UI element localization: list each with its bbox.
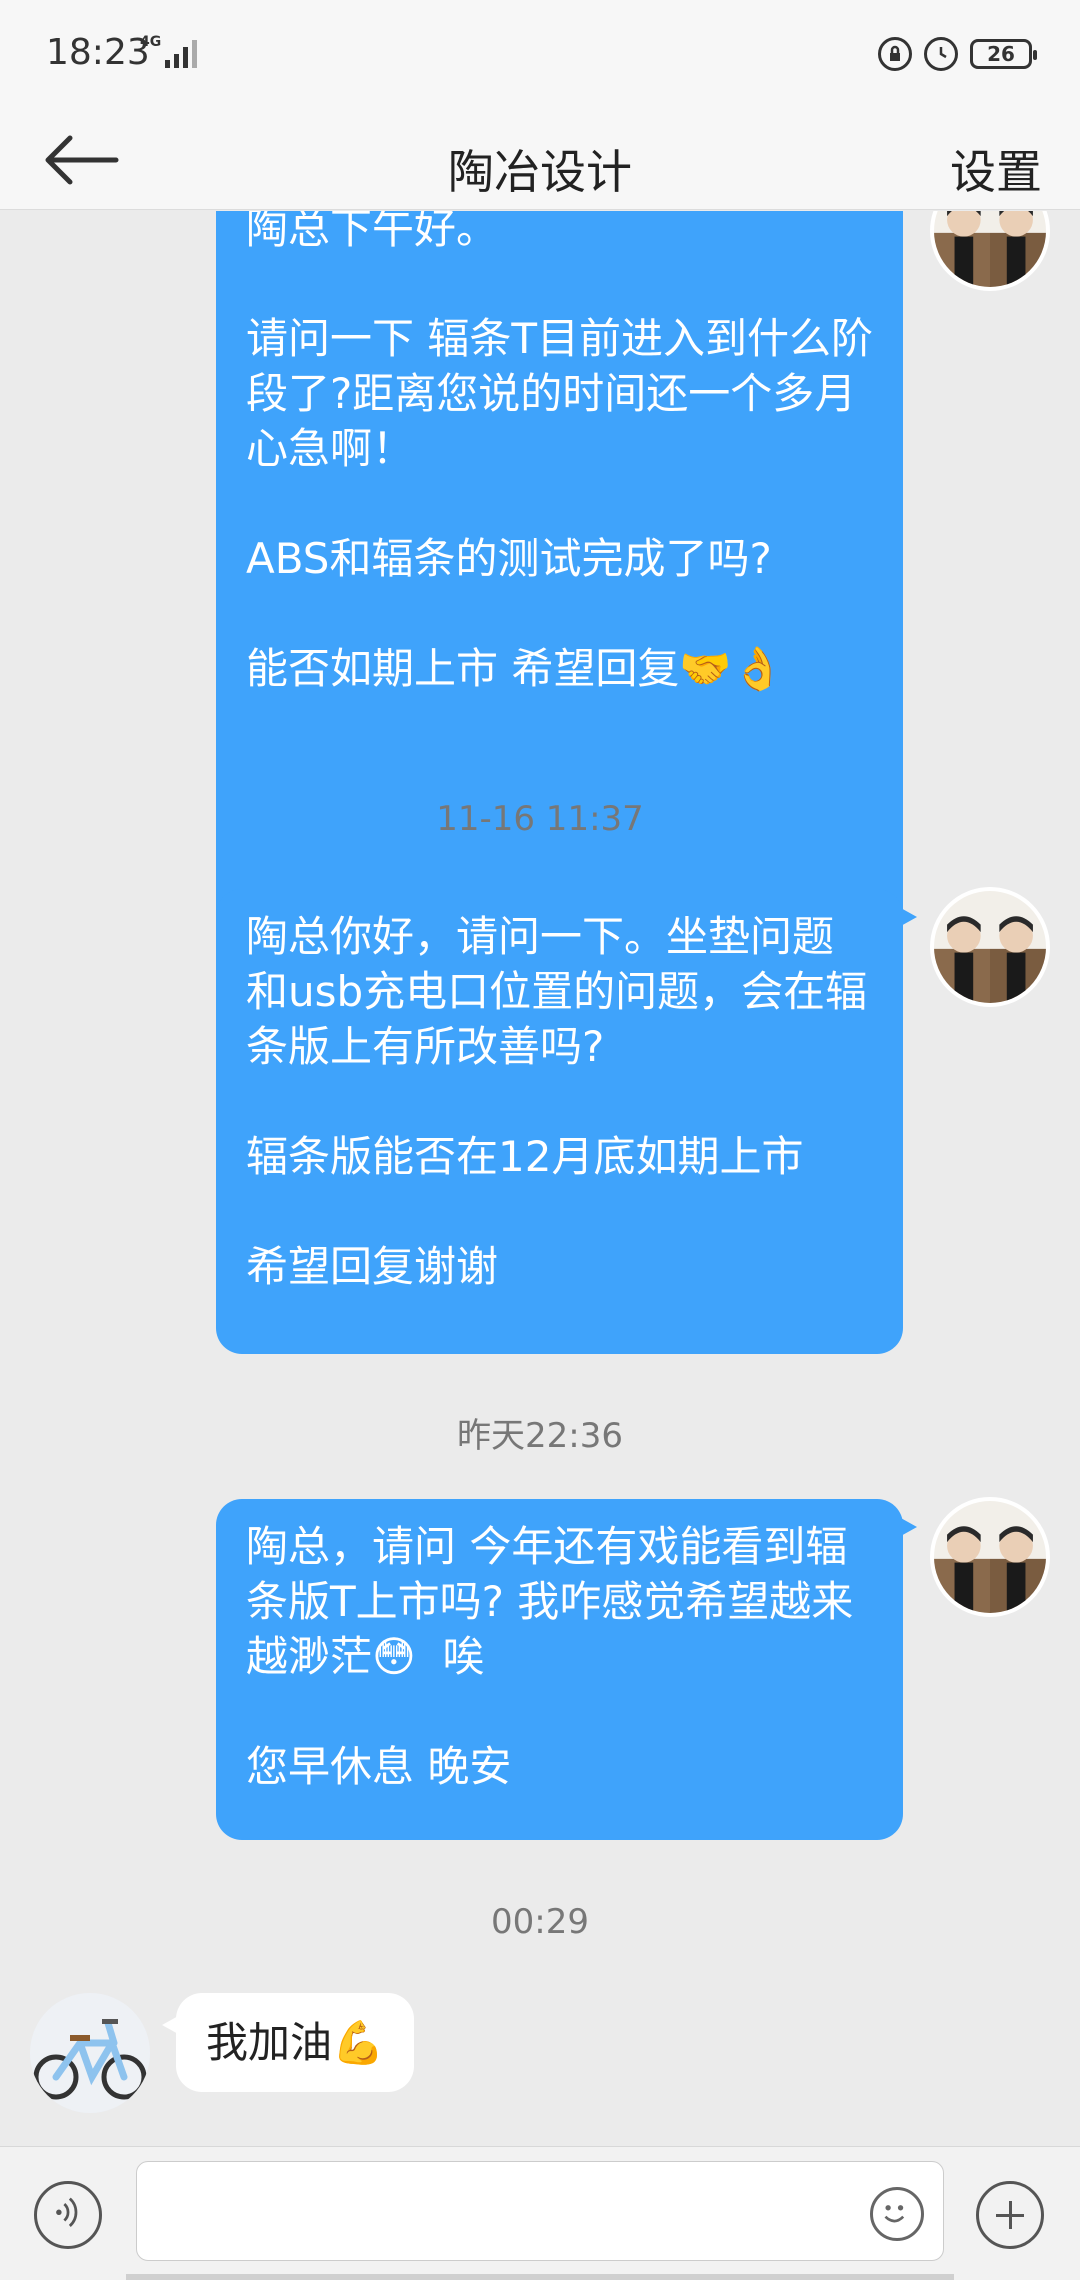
chat-area[interactable]: 陶总下午好。 请问一下 辐条T目前进入到什么阶段了?距离您说的时间还一个多月 心… xyxy=(0,211,1080,2146)
alarm-icon xyxy=(924,37,958,71)
battery-level: 26 xyxy=(987,42,1015,66)
title-bar: 陶冶设计 设置 xyxy=(0,110,1080,210)
message-timestamp: 11-16 11:37 xyxy=(436,799,644,839)
avatar-self[interactable] xyxy=(930,887,1050,1007)
emoji-icon[interactable] xyxy=(870,2187,924,2241)
message-input[interactable] xyxy=(136,2161,944,2261)
message-bubble-incoming[interactable]: 我加油💪 xyxy=(161,1993,415,2092)
plus-icon[interactable] xyxy=(976,2181,1044,2249)
avatar-self[interactable] xyxy=(930,1497,1050,1617)
avatar-image xyxy=(934,1501,1046,1613)
signal-icon xyxy=(165,40,197,68)
bicycle-avatar-icon xyxy=(30,1993,150,2113)
avatar-image xyxy=(934,891,1046,1003)
page-title: 陶冶设计 xyxy=(448,145,632,199)
avatar-contact[interactable] xyxy=(30,1993,150,2113)
network-type: 4G xyxy=(140,34,162,50)
settings-button[interactable]: 设置 xyxy=(950,136,1042,202)
avatar-image xyxy=(934,211,1046,287)
navigation-strip xyxy=(126,2274,954,2280)
status-bar: 18:23 4G 26 xyxy=(0,0,1080,110)
status-time: 18:23 xyxy=(46,32,150,73)
message-bubble-outgoing[interactable]: 陶总你好，请问一下。坐垫问题和usb充电口位置的问题，会在辐条版上有所改善吗? … xyxy=(216,889,917,1354)
status-icons: 26 xyxy=(878,36,1037,72)
message-timestamp: 昨天22:36 xyxy=(457,1416,623,1456)
message-timestamp: 00:29 xyxy=(491,1902,589,1942)
input-bar xyxy=(0,2146,1080,2280)
battery-indicator: 26 xyxy=(970,39,1037,69)
message-bubble-outgoing[interactable]: 陶总，请问 今年还有戏能看到辐条版T上市吗? 我咋感觉希望越来越渺茫😳 唉 您早… xyxy=(216,1499,917,1840)
voice-icon[interactable] xyxy=(34,2181,102,2249)
avatar-self[interactable] xyxy=(930,211,1050,291)
lock-rotation-icon xyxy=(878,37,912,71)
